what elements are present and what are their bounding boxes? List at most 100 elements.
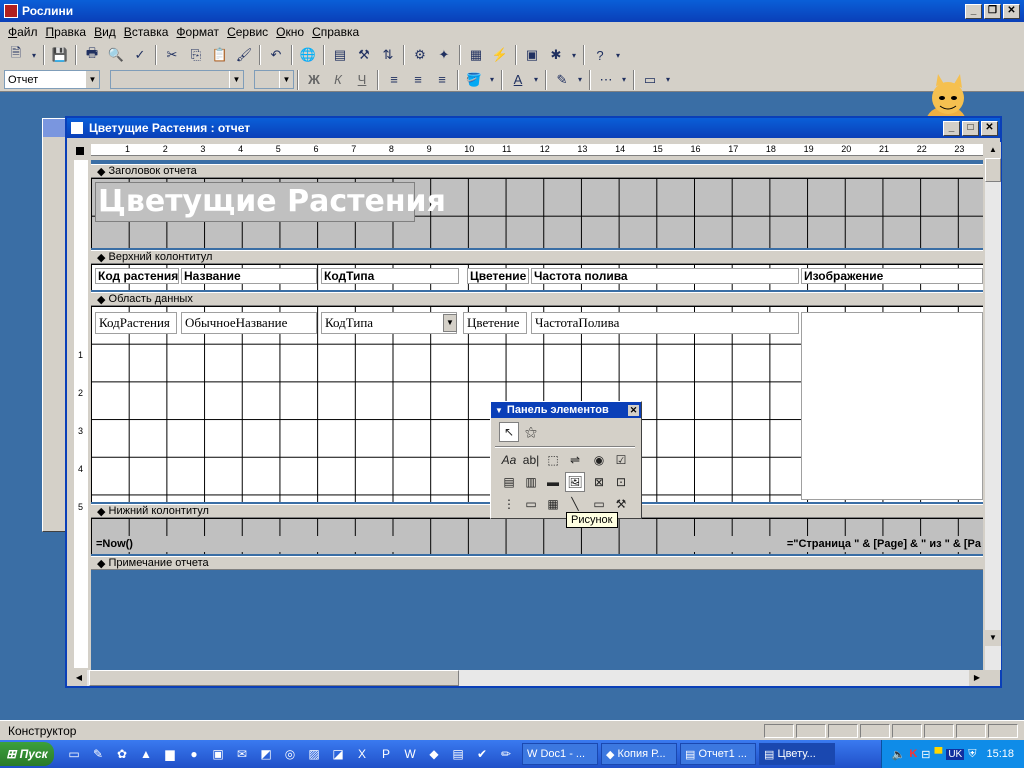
quicklaunch-pen-icon[interactable]: ✎ bbox=[88, 744, 108, 764]
label-tool-icon[interactable]: Aa bbox=[499, 450, 519, 470]
task-copy[interactable]: ◆ Копия Р... bbox=[601, 743, 677, 765]
page-footer-area[interactable]: =Now() ="Страница " & [Page] & " из " & … bbox=[91, 518, 983, 554]
report-minimize-button[interactable]: _ bbox=[943, 120, 960, 136]
menu-file[interactable]: Файл bbox=[8, 25, 38, 39]
toolbox-panel[interactable]: ▼ Панель элементов ✕ ↖ ⚝ Aa ab| ⬚ ⇌ ◉ ☑ … bbox=[490, 401, 642, 519]
network-icon[interactable]: ⊟ bbox=[921, 748, 930, 761]
page-break-icon[interactable]: ⋮ bbox=[499, 494, 519, 514]
antivirus-icon[interactable]: K bbox=[909, 748, 917, 760]
fill-color-icon[interactable]: 🪣 bbox=[463, 69, 485, 91]
header-label-code[interactable]: Код растения bbox=[95, 268, 179, 284]
copy-icon[interactable]: ⎘ bbox=[185, 44, 207, 66]
quicklaunch-desktop-icon[interactable]: ▭ bbox=[64, 744, 84, 764]
underline-button[interactable]: Ч bbox=[351, 69, 373, 91]
quicklaunch-access-icon[interactable]: ◆ bbox=[424, 744, 444, 764]
quicklaunch-triangle-icon[interactable]: ▲ bbox=[136, 744, 156, 764]
quicklaunch-network-icon[interactable]: ▤ bbox=[448, 744, 468, 764]
menu-help[interactable]: Справка bbox=[312, 25, 359, 39]
restore-button[interactable]: ❐ bbox=[984, 3, 1001, 19]
size-combo[interactable]: ▼ bbox=[254, 70, 294, 89]
paste-icon[interactable]: 📋 bbox=[209, 44, 231, 66]
chevron-down-icon[interactable]: ▼ bbox=[85, 71, 99, 88]
save-icon[interactable]: 💾 bbox=[49, 44, 71, 66]
format-painter-icon[interactable]: 🖌 bbox=[233, 44, 255, 66]
report-close-button[interactable]: ✕ bbox=[981, 120, 998, 136]
hscroll-thumb[interactable] bbox=[89, 670, 459, 686]
quicklaunch-powerpoint-icon[interactable]: P bbox=[376, 744, 396, 764]
undo-icon[interactable]: ↶ bbox=[265, 44, 287, 66]
quicklaunch-word-icon[interactable]: W bbox=[400, 744, 420, 764]
option-group-icon[interactable]: ⬚ bbox=[543, 450, 563, 470]
field-common-name[interactable]: ОбычноеНазвание bbox=[181, 312, 317, 334]
flag-icon[interactable]: ▀ bbox=[935, 748, 943, 760]
cut-icon[interactable]: ✂ bbox=[161, 44, 183, 66]
report-selector[interactable] bbox=[71, 142, 89, 160]
scroll-right-icon[interactable]: ▶ bbox=[969, 670, 985, 686]
chevron-down-icon[interactable]: ▾ bbox=[619, 69, 629, 91]
scroll-up-icon[interactable]: ▲ bbox=[985, 142, 1001, 158]
section-report-header[interactable]: ◆ Заголовок отчета bbox=[91, 164, 983, 178]
chevron-down-icon[interactable]: ▾ bbox=[531, 69, 541, 91]
quicklaunch-paint-icon[interactable]: ◩ bbox=[256, 744, 276, 764]
language-indicator[interactable]: UK bbox=[946, 748, 965, 760]
quicklaunch-image-icon[interactable]: ▨ bbox=[304, 744, 324, 764]
image-tool-icon[interactable]: 🖼 bbox=[565, 472, 585, 492]
quicklaunch-check-icon[interactable]: ✔ bbox=[472, 744, 492, 764]
start-button[interactable]: ⊞ Пуск bbox=[0, 742, 54, 766]
task-report1[interactable]: ▤ Отчет1 ... bbox=[680, 743, 756, 765]
field-list-icon[interactable]: ▤ bbox=[329, 44, 351, 66]
font-color-icon[interactable]: A bbox=[507, 69, 529, 91]
command-button-icon[interactable]: ▬ bbox=[543, 472, 563, 492]
line-tool-icon[interactable]: ╲ bbox=[565, 494, 585, 514]
vertical-scrollbar[interactable]: ▲ bbox=[985, 142, 1001, 670]
section-report-footer[interactable]: ◆ Примечание отчета bbox=[91, 556, 983, 570]
section-detail[interactable]: ◆ Область данных bbox=[91, 292, 983, 306]
checkbox-tool-icon[interactable]: ☑ bbox=[611, 450, 631, 470]
chevron-down-icon[interactable]: ▾ bbox=[663, 69, 673, 91]
quicklaunch-mail-icon[interactable]: ✉ bbox=[232, 744, 252, 764]
shield-icon[interactable]: ⛨ bbox=[968, 748, 976, 761]
footer-page-field[interactable]: ="Страница " & [Page] & " из " & [Pa bbox=[683, 536, 983, 552]
close-button[interactable]: ✕ bbox=[1003, 3, 1020, 19]
task-doc1[interactable]: W Doc1 - ... bbox=[522, 743, 598, 765]
volume-icon[interactable]: 🔈 bbox=[892, 748, 906, 761]
field-plant-code[interactable]: КодРастения bbox=[95, 312, 177, 334]
combo-box-icon[interactable]: ▤ bbox=[499, 472, 519, 492]
special-effect-icon[interactable]: ▭ bbox=[639, 69, 661, 91]
list-box-icon[interactable]: ▥ bbox=[521, 472, 541, 492]
bound-object-frame-icon[interactable]: ⊡ bbox=[611, 472, 631, 492]
toolbox-close-icon[interactable]: ✕ bbox=[628, 404, 639, 416]
sorting-grouping-icon[interactable]: ⇅ bbox=[377, 44, 399, 66]
toolbox-menu-icon[interactable]: ▼ bbox=[495, 406, 503, 415]
task-flowering[interactable]: ▤ Цвету... bbox=[759, 743, 835, 765]
option-button-icon[interactable]: ◉ bbox=[589, 450, 609, 470]
scroll-down-icon[interactable]: ▼ bbox=[985, 630, 1001, 646]
align-right-icon[interactable]: ≡ bbox=[431, 69, 453, 91]
properties-icon[interactable]: ▦ bbox=[465, 44, 487, 66]
menu-edit[interactable]: Правка bbox=[46, 25, 87, 39]
menu-insert[interactable]: Вставка bbox=[124, 25, 169, 39]
quicklaunch-outlook-icon[interactable]: ◪ bbox=[328, 744, 348, 764]
chevron-down-icon[interactable]: ▼ bbox=[229, 71, 243, 88]
minimize-button[interactable]: _ bbox=[965, 3, 982, 19]
image-frame[interactable] bbox=[801, 312, 983, 500]
help-icon[interactable]: ? bbox=[589, 44, 611, 66]
report-maximize-button[interactable]: □ bbox=[962, 120, 979, 136]
field-type-code[interactable]: КодТипа bbox=[321, 312, 457, 334]
chevron-down-icon[interactable]: ▾ bbox=[575, 69, 585, 91]
new-object-dropdown-icon[interactable]: ▾ bbox=[569, 44, 579, 66]
unbound-object-frame-icon[interactable]: ⊠ bbox=[589, 472, 609, 492]
rectangle-tool-icon[interactable]: ▭ bbox=[589, 494, 609, 514]
toolbar-options-icon[interactable]: ▾ bbox=[613, 44, 623, 66]
chevron-down-icon[interactable]: ▼ bbox=[279, 71, 293, 88]
view-dropdown-icon[interactable]: ▾ bbox=[29, 44, 39, 66]
quicklaunch-monitor-icon[interactable]: ▣ bbox=[208, 744, 228, 764]
object-combo[interactable]: Отчет ▼ bbox=[4, 70, 100, 89]
subform-icon[interactable]: ▦ bbox=[543, 494, 563, 514]
view-icon[interactable]: 🗎 bbox=[5, 44, 27, 66]
toolbox-icon[interactable]: ⚒ bbox=[353, 44, 375, 66]
print-preview-icon[interactable]: 🔍 bbox=[105, 44, 127, 66]
print-icon[interactable]: 🖶 bbox=[81, 44, 103, 66]
menu-view[interactable]: Вид bbox=[94, 25, 116, 39]
header-label-type[interactable]: КодТипа bbox=[321, 268, 459, 284]
